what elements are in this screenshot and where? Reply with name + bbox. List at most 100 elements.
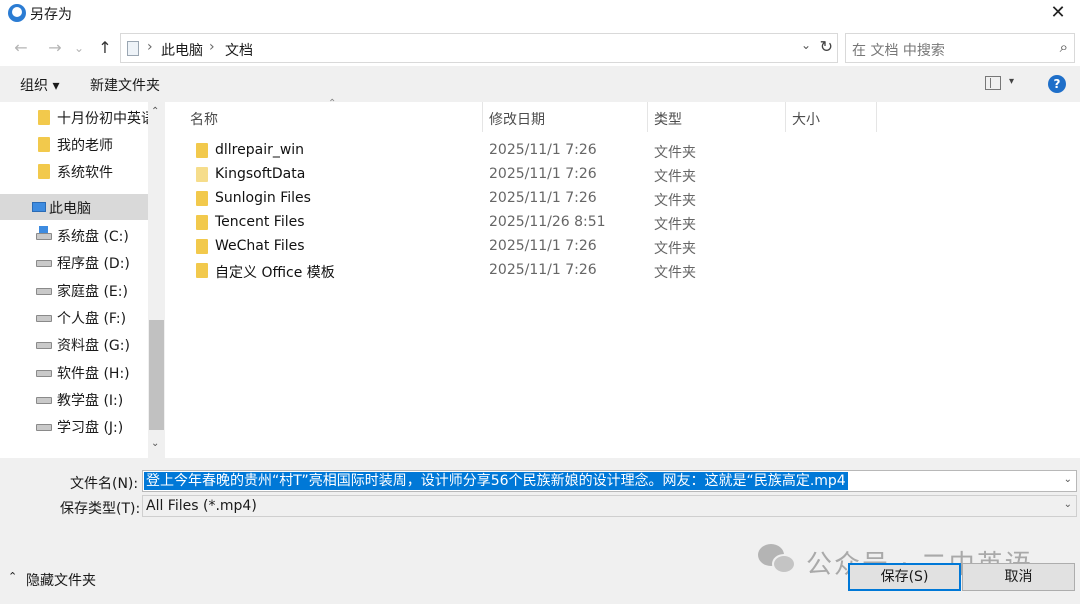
sidebar-item-drive[interactable]: 学习盘 (J:)	[0, 413, 148, 439]
filename-label: 文件名(N):	[70, 476, 139, 492]
file-type: 文件夹	[654, 169, 696, 185]
column-header-modified[interactable]: 修改日期	[489, 102, 545, 132]
title-bar: 另存为 ✕	[0, 0, 1080, 28]
filetype-label: 保存类型(T):	[60, 501, 141, 517]
sidebar-item-label: 家庭盘 (E:)	[57, 284, 128, 300]
sidebar-item-label: 软件盘 (H:)	[57, 366, 130, 382]
file-row[interactable]: KingsoftData 2025/11/1 7:26 文件夹	[186, 163, 1046, 187]
folder-icon	[196, 215, 208, 230]
chevron-down-icon[interactable]: ⌄	[1064, 474, 1072, 485]
file-name: Sunlogin Files	[215, 190, 311, 206]
sidebar-item-drive[interactable]: 程序盘 (D:)	[0, 249, 148, 275]
drive-icon	[36, 260, 52, 267]
folder-icon	[38, 164, 50, 179]
navigation-pane: 十月份初中英语 我的老师 系统软件 此电脑 系统盘 (C:) 程序盘 (D:) …	[0, 102, 148, 458]
column-divider[interactable]	[876, 102, 877, 132]
column-header-size[interactable]: 大小	[792, 102, 820, 132]
sidebar-item-label: 资料盘 (G:)	[57, 338, 130, 354]
sidebar-item-drive[interactable]: 系统盘 (C:)	[0, 222, 148, 248]
sidebar-item-folder[interactable]: 我的老师	[0, 131, 148, 157]
scroll-down-icon[interactable]: ⌄	[151, 438, 159, 449]
breadcrumb-documents[interactable]: 文档	[225, 40, 253, 60]
file-row[interactable]: Tencent Files 2025/11/26 8:51 文件夹	[186, 211, 1046, 235]
help-icon[interactable]: ?	[1048, 75, 1066, 93]
file-type: 文件夹	[654, 145, 696, 161]
system-drive-icon	[36, 226, 52, 240]
file-row[interactable]: WeChat Files 2025/11/1 7:26 文件夹	[186, 235, 1046, 259]
file-name: Tencent Files	[215, 214, 305, 230]
file-row[interactable]: Sunlogin Files 2025/11/1 7:26 文件夹	[186, 187, 1046, 211]
sidebar-item-drive[interactable]: 资料盘 (G:)	[0, 331, 148, 357]
file-name: dllrepair_win	[215, 142, 305, 158]
column-divider[interactable]	[647, 102, 648, 132]
folder-icon	[196, 263, 208, 278]
sidebar-item-label: 我的老师	[57, 138, 113, 154]
sidebar-item-label: 学习盘 (J:)	[57, 420, 124, 436]
back-arrow-icon[interactable]: ←	[10, 38, 32, 58]
file-row[interactable]: dllrepair_win 2025/11/1 7:26 文件夹	[186, 139, 1046, 163]
cancel-button[interactable]: 取消	[962, 563, 1075, 591]
sidebar-item-this-pc[interactable]: 此电脑	[0, 194, 148, 220]
sidebar-item-label: 系统盘 (C:)	[57, 229, 129, 245]
sidebar-item-drive[interactable]: 个人盘 (F:)	[0, 304, 148, 330]
column-divider[interactable]	[482, 102, 483, 132]
filename-value[interactable]: 登上今年春晚的贵州“村T”亮相国际时装周，设计师分享56个民族新娘的设计理念。网…	[144, 472, 848, 490]
view-dropdown-icon[interactable]: ▾	[1009, 76, 1014, 87]
organize-button[interactable]: 组织 ▾	[20, 75, 59, 95]
sort-ascending-icon: ⌃	[328, 98, 337, 109]
sidebar-scrollbar[interactable]: ⌃ ⌄	[148, 102, 165, 458]
up-arrow-icon[interactable]: ↑	[94, 38, 116, 58]
documents-icon	[127, 41, 139, 56]
column-header-name[interactable]: 名称	[190, 102, 218, 132]
folder-icon	[196, 167, 208, 182]
scrollbar-thumb[interactable]	[149, 320, 164, 430]
sidebar-item-drive[interactable]: 软件盘 (H:)	[0, 359, 148, 385]
sidebar-item-folder[interactable]: 系统软件	[0, 158, 148, 184]
chevron-down-icon[interactable]: ⌄	[1064, 499, 1072, 510]
address-dropdown-icon[interactable]: ⌄	[801, 38, 811, 52]
folder-icon	[196, 143, 208, 158]
filename-field[interactable]: 登上今年春晚的贵州“村T”亮相国际时装周，设计师分享56个民族新娘的设计理念。网…	[142, 470, 1077, 492]
window-title: 另存为	[30, 7, 72, 23]
file-type: 文件夹	[654, 217, 696, 233]
hide-folders-label: 隐藏文件夹	[26, 573, 96, 589]
drive-icon	[36, 424, 52, 431]
sidebar-item-drive[interactable]: 家庭盘 (E:)	[0, 277, 148, 303]
folder-icon	[38, 110, 50, 125]
sidebar-item-label: 程序盘 (D:)	[57, 256, 130, 272]
view-options-icon[interactable]	[985, 76, 1001, 90]
column-divider[interactable]	[785, 102, 786, 132]
file-type: 文件夹	[654, 265, 696, 281]
save-button[interactable]: 保存(S)	[848, 563, 961, 591]
folder-icon	[196, 191, 208, 206]
search-icon[interactable]: ⌕	[1060, 38, 1068, 56]
filetype-value: All Files (*.mp4)	[146, 498, 257, 514]
filetype-select[interactable]: All Files (*.mp4) ⌄	[142, 495, 1077, 517]
refresh-icon[interactable]: ↻	[820, 37, 833, 56]
file-modified: 2025/11/1 7:26	[489, 262, 597, 278]
address-bar[interactable]: › 此电脑 › 文档 ⌄ ↻	[120, 33, 838, 63]
file-name: WeChat Files	[215, 238, 305, 254]
search-box[interactable]: 在 文档 中搜索 ⌕	[845, 33, 1075, 63]
file-modified: 2025/11/1 7:26	[489, 190, 597, 206]
breadcrumb-this-pc[interactable]: 此电脑	[161, 40, 203, 60]
sidebar-item-drive[interactable]: 教学盘 (I:)	[0, 386, 148, 412]
folder-icon	[196, 239, 208, 254]
forward-arrow-icon[interactable]: →	[44, 38, 66, 58]
file-modified: 2025/11/1 7:26	[489, 166, 597, 182]
recent-locations-icon[interactable]: ⌄	[72, 38, 86, 58]
file-row[interactable]: 自定义 Office 模板 2025/11/1 7:26 文件夹	[186, 259, 1046, 283]
scroll-up-icon[interactable]: ⌃	[151, 106, 159, 117]
close-icon[interactable]: ✕	[1044, 0, 1072, 26]
column-header-type[interactable]: 类型	[654, 102, 682, 132]
drive-icon	[36, 397, 52, 404]
breadcrumb-separator: ›	[209, 39, 215, 55]
breadcrumb-separator: ›	[147, 39, 153, 55]
new-folder-button[interactable]: 新建文件夹	[90, 75, 160, 95]
file-name: 自定义 Office 模板	[215, 265, 335, 281]
sidebar-item-folder[interactable]: 十月份初中英语	[0, 104, 148, 130]
search-input[interactable]: 在 文档 中搜索	[852, 40, 945, 60]
computer-icon	[32, 202, 46, 212]
file-type: 文件夹	[654, 241, 696, 257]
navigation-bar: ← → ⌄ ↑ › 此电脑 › 文档 ⌄ ↻ 在 文档 中搜索 ⌕	[0, 30, 1080, 66]
